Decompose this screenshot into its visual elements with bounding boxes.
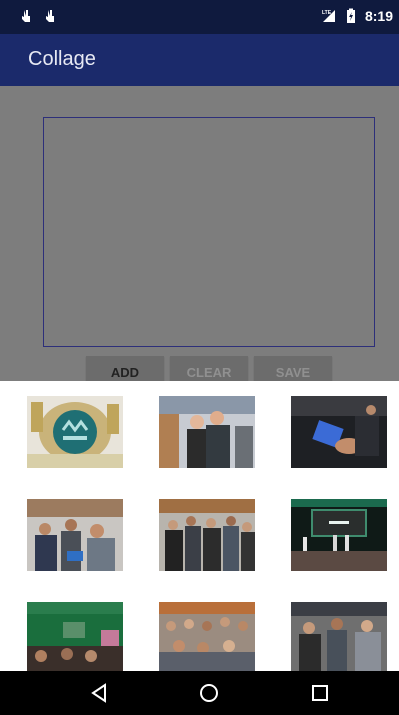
lte-label: LTE bbox=[322, 10, 332, 16]
battery-icon bbox=[346, 8, 355, 23]
photo-picker-sheet bbox=[0, 381, 399, 671]
home-icon[interactable] bbox=[197, 681, 221, 705]
page-title: Collage bbox=[28, 48, 96, 70]
photo-thumbnail-audience-laptops[interactable] bbox=[27, 499, 123, 571]
lte-signal-icon: LTE bbox=[322, 10, 335, 22]
app-bar: Collage bbox=[0, 34, 399, 86]
navigation-bar bbox=[0, 671, 399, 715]
collage-canvas[interactable] bbox=[43, 117, 375, 347]
status-left-icons bbox=[18, 8, 58, 24]
status-time: 8:19 bbox=[364, 8, 393, 24]
touch-icon bbox=[46, 10, 54, 22]
back-icon[interactable] bbox=[87, 681, 111, 705]
recents-icon[interactable] bbox=[308, 681, 332, 705]
content-scrim[interactable]: ADD CLEAR SAVE bbox=[0, 86, 399, 386]
photo-thumbnail-two-people[interactable] bbox=[159, 396, 255, 468]
photo-thumbnail-tablet[interactable] bbox=[291, 396, 387, 468]
status-bar: LTE 8:19 bbox=[0, 0, 399, 34]
touch-icon bbox=[22, 10, 30, 22]
photo-thumbnail-room[interactable] bbox=[291, 602, 387, 671]
photo-thumbnail-trophy[interactable] bbox=[27, 396, 123, 468]
status-right-icons: LTE 8:19 bbox=[321, 8, 393, 24]
photo-thumbnail-auditorium[interactable] bbox=[159, 602, 255, 671]
photo-thumbnail-crowded-hall[interactable] bbox=[159, 499, 255, 571]
photo-thumbnail-speaker[interactable] bbox=[27, 602, 123, 671]
photo-thumbnail-stage[interactable] bbox=[291, 499, 387, 571]
